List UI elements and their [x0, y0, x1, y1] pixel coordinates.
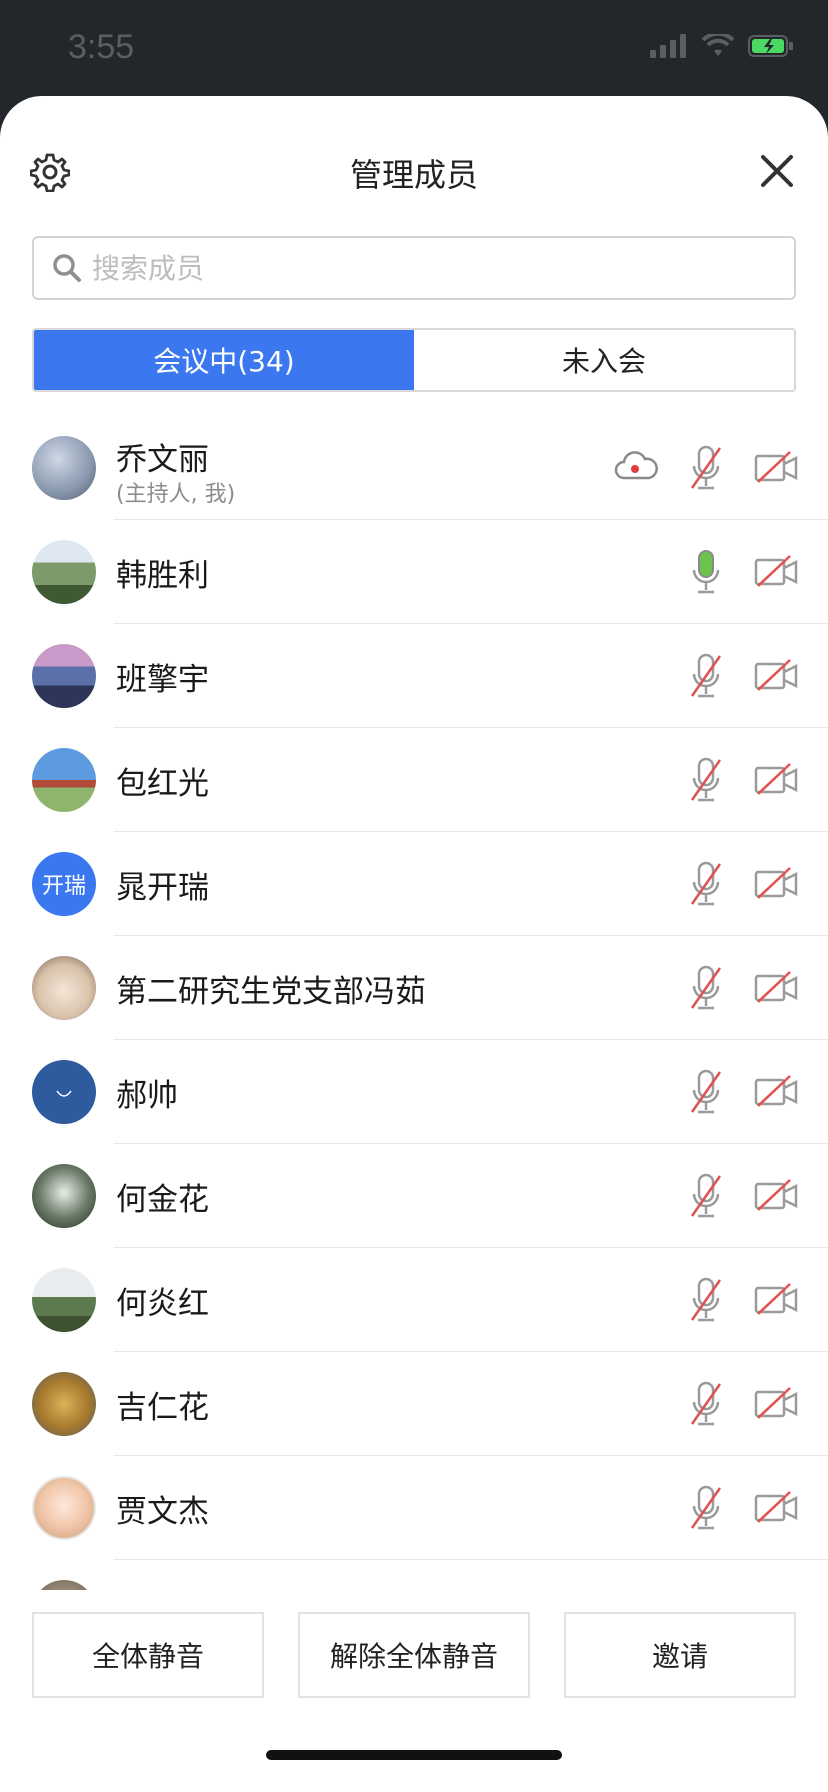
list-item[interactable]: 贾文杰	[0, 1456, 828, 1560]
avatar	[32, 1476, 96, 1540]
list-item[interactable]: 开瑞 晁开瑞	[0, 832, 828, 936]
member-name: 吉仁花	[116, 1390, 209, 1426]
mute-all-button[interactable]: 全体静音	[32, 1612, 264, 1698]
member-name: 贾文杰	[116, 1494, 209, 1530]
avatar	[32, 436, 96, 500]
home-indicator[interactable]	[266, 1750, 562, 1760]
mic-muted-icon[interactable]	[688, 964, 724, 1012]
member-name: 包红光	[116, 766, 209, 802]
camera-off-icon[interactable]	[754, 866, 798, 902]
list-item[interactable]: 乔文丽 (主持人, 我)	[0, 416, 828, 520]
mic-muted-icon[interactable]	[688, 756, 724, 804]
camera-off-icon[interactable]	[754, 1074, 798, 1110]
list-item[interactable]: 第二研究生党支部冯茹	[0, 936, 828, 1040]
list-item[interactable]	[0, 1560, 828, 1590]
avatar	[32, 1060, 96, 1124]
page-title: 管理成员	[349, 156, 478, 194]
member-name: 乔文丽	[116, 442, 209, 478]
wifi-icon	[702, 34, 734, 56]
cellular-signal-icon	[650, 34, 686, 58]
member-name: 第二研究生党支部冯茹	[116, 974, 426, 1010]
status-icons	[650, 34, 794, 58]
mic-muted-icon[interactable]	[688, 1484, 724, 1532]
manage-members-sheet: 管理成员 会议中(34) 未入会 乔文丽 (主持人, 我) 韩胜利	[0, 96, 828, 1792]
sheet-header: 管理成员	[0, 96, 828, 246]
bottom-toolbar: 全体静音 解除全体静音 邀请	[0, 1590, 828, 1792]
unmute-all-button[interactable]: 解除全体静音	[298, 1612, 530, 1698]
list-item[interactable]: 吉仁花	[0, 1352, 828, 1456]
avatar	[32, 748, 96, 812]
search-input[interactable]	[92, 251, 732, 285]
member-list[interactable]: 乔文丽 (主持人, 我) 韩胜利 班擎宇 包红光 开瑞 晁开瑞 第二研究生党支部…	[0, 416, 828, 1590]
avatar: 开瑞	[32, 852, 96, 916]
status-bar: 3:55	[0, 0, 828, 100]
avatar	[32, 644, 96, 708]
list-item[interactable]: 郝帅	[0, 1040, 828, 1144]
smile-icon	[56, 1090, 72, 1097]
member-name: 晁开瑞	[116, 870, 209, 906]
member-name: 何金花	[116, 1182, 209, 1218]
member-name: 韩胜利	[116, 558, 209, 594]
mic-muted-icon[interactable]	[688, 444, 724, 492]
mic-muted-icon[interactable]	[688, 1380, 724, 1428]
camera-off-icon[interactable]	[754, 450, 798, 486]
camera-off-icon[interactable]	[754, 658, 798, 694]
camera-off-icon[interactable]	[754, 970, 798, 1006]
avatar	[32, 1580, 96, 1590]
mic-muted-icon[interactable]	[688, 1172, 724, 1220]
avatar	[32, 540, 96, 604]
member-role: (主持人, 我)	[116, 482, 236, 507]
list-item[interactable]: 班擎宇	[0, 624, 828, 728]
status-time: 3:55	[68, 28, 135, 66]
camera-off-icon[interactable]	[754, 554, 798, 590]
search-icon	[53, 254, 81, 282]
camera-off-icon[interactable]	[754, 1178, 798, 1214]
list-item[interactable]: 何炎红	[0, 1248, 828, 1352]
member-name: 班擎宇	[116, 662, 209, 698]
avatar	[32, 1268, 96, 1332]
camera-off-icon[interactable]	[754, 1490, 798, 1526]
camera-off-icon[interactable]	[754, 1386, 798, 1422]
search-box[interactable]	[32, 236, 796, 300]
battery-charging-icon	[748, 35, 793, 57]
invite-button[interactable]: 邀请	[564, 1612, 796, 1698]
mic-muted-icon[interactable]	[688, 652, 724, 700]
member-name: 何炎红	[116, 1286, 209, 1322]
tab-not-joined[interactable]: 未入会	[414, 330, 794, 390]
list-item[interactable]: 何金花	[0, 1144, 828, 1248]
mic-active-icon[interactable]	[688, 548, 724, 596]
mic-muted-icon[interactable]	[688, 860, 724, 908]
cloud-record-icon	[614, 451, 658, 480]
camera-off-icon[interactable]	[754, 1282, 798, 1318]
list-item[interactable]: 韩胜利	[0, 520, 828, 624]
close-icon[interactable]	[760, 154, 794, 188]
mic-muted-icon[interactable]	[688, 1068, 724, 1116]
avatar	[32, 956, 96, 1020]
camera-off-icon[interactable]	[754, 762, 798, 798]
avatar	[32, 1372, 96, 1436]
list-item[interactable]: 包红光	[0, 728, 828, 832]
avatar	[32, 1164, 96, 1228]
mic-muted-icon[interactable]	[688, 1276, 724, 1324]
member-tabs: 会议中(34) 未入会	[32, 328, 796, 392]
member-name: 郝帅	[116, 1078, 178, 1114]
tab-in-meeting[interactable]: 会议中(34)	[34, 330, 414, 390]
